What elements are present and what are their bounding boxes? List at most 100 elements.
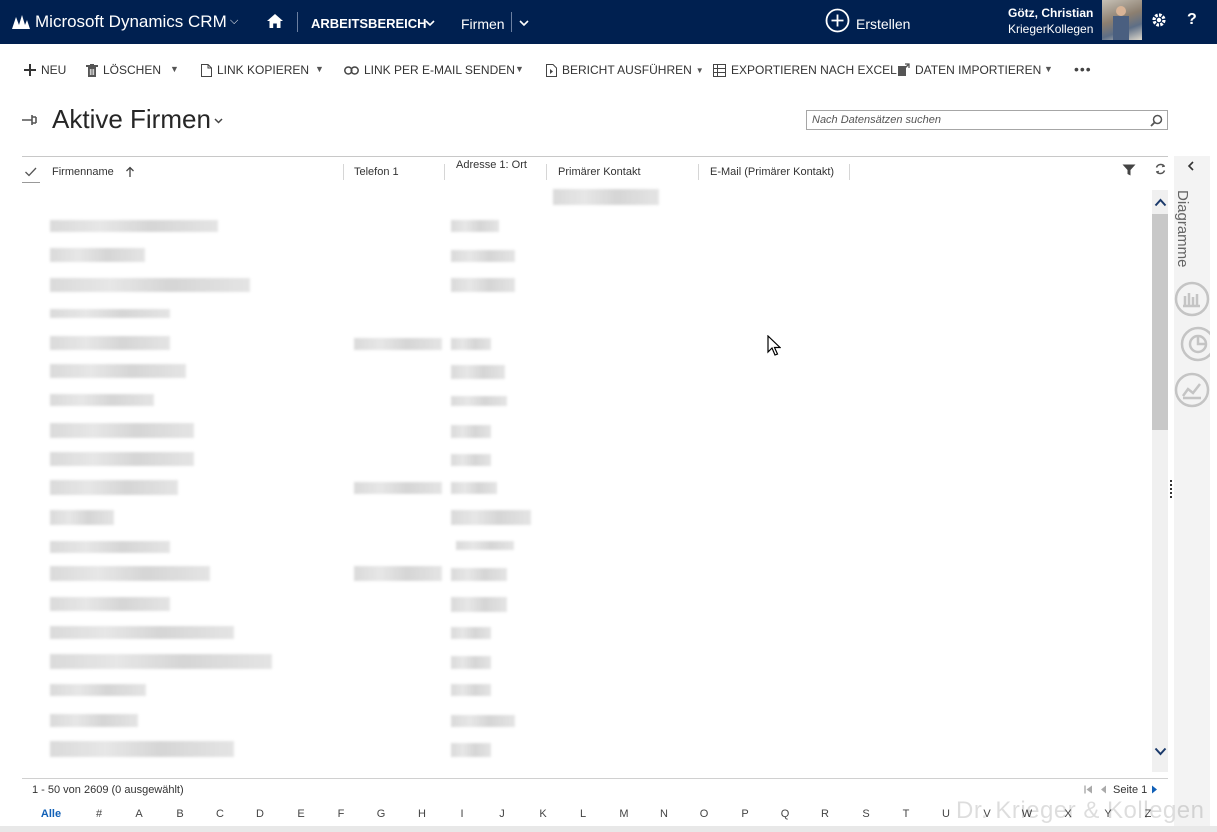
chevron-down-icon[interactable] (519, 19, 529, 27)
new-button[interactable]: NEU (24, 60, 66, 80)
column-header-primaerer-kontakt[interactable]: Primärer Kontakt (558, 166, 641, 178)
copy-link-button[interactable]: LINK KOPIEREN (201, 60, 309, 80)
letter-filter-d[interactable]: D (250, 808, 270, 820)
column-header-firmenname[interactable]: Firmenname (52, 166, 114, 178)
org-name[interactable]: KriegerKollegen (1008, 22, 1093, 36)
bar-chart-icon[interactable] (1174, 281, 1210, 317)
table-row[interactable] (50, 364, 186, 378)
import-data-dropdown-arrow-icon[interactable]: ▼ (1044, 64, 1053, 74)
entity-breadcrumb[interactable]: Firmen (461, 16, 505, 32)
trash-icon (86, 63, 98, 77)
table-row[interactable] (553, 189, 659, 205)
scrollbar-thumb[interactable] (1152, 214, 1168, 430)
letter-filter-h[interactable]: H (412, 808, 432, 820)
more-commands-icon[interactable]: ••• (1074, 59, 1092, 79)
copy-link-dropdown-arrow-icon[interactable]: ▼ (315, 64, 324, 74)
search-icon[interactable] (1150, 114, 1163, 127)
workspace-menu[interactable]: ARBEITSBEREICH (311, 16, 427, 31)
email-link-button[interactable]: LINK PER E-MAIL SENDEN (344, 60, 515, 80)
letter-filter-k[interactable]: K (533, 808, 553, 820)
column-header-telefon[interactable]: Telefon 1 (354, 166, 399, 178)
filter-icon[interactable] (1122, 164, 1136, 176)
letter-filter-hash[interactable]: # (89, 808, 109, 820)
letter-filter-o[interactable]: O (694, 808, 714, 820)
letter-filter-b[interactable]: B (170, 808, 190, 820)
letter-filter-r[interactable]: R (815, 808, 835, 820)
pie-chart-icon[interactable] (1180, 326, 1210, 362)
letter-filter-p[interactable]: P (735, 808, 755, 820)
table-row[interactable] (50, 597, 170, 611)
table-row[interactable] (50, 220, 218, 232)
user-name[interactable]: Götz, Christian (1008, 6, 1093, 20)
chevron-down-icon[interactable]: ⌵ (230, 15, 238, 28)
run-report-dropdown-arrow-icon[interactable]: ▼ (696, 66, 704, 75)
scroll-down-chevron-icon[interactable] (1154, 747, 1167, 756)
previous-page-icon[interactable] (1100, 785, 1107, 794)
table-row[interactable] (50, 510, 114, 525)
scroll-up-chevron-icon[interactable] (1154, 198, 1167, 207)
column-header-ort[interactable]: Adresse 1: Ort (456, 159, 527, 171)
table-row[interactable] (50, 654, 272, 669)
column-header-email[interactable]: E-Mail (Primärer Kontakt) (710, 166, 834, 178)
import-data-button[interactable]: DATEN IMPORTIEREN (897, 60, 1041, 80)
delete-button[interactable]: LÖSCHEN (86, 60, 161, 80)
app-title[interactable]: Microsoft Dynamics CRM (35, 12, 227, 32)
letter-filter-u[interactable]: U (936, 808, 956, 820)
select-all-checkmark-icon[interactable] (24, 166, 38, 178)
table-row[interactable] (50, 714, 138, 727)
help-icon[interactable]: ? (1187, 11, 1197, 29)
chevron-down-icon[interactable] (425, 19, 435, 27)
table-row[interactable] (50, 684, 146, 696)
table-row[interactable] (50, 741, 234, 757)
table-row[interactable] (50, 480, 178, 495)
letter-filter-i[interactable]: I (452, 808, 472, 820)
export-excel-button[interactable]: EXPORTIEREN NACH EXCEL (713, 60, 897, 80)
letter-filter-s[interactable]: S (856, 808, 876, 820)
table-row[interactable] (50, 336, 170, 350)
letter-filter-f[interactable]: F (331, 808, 351, 820)
create-plus-icon[interactable] (825, 8, 850, 33)
search-input[interactable] (807, 111, 1137, 129)
table-row[interactable] (50, 394, 154, 406)
table-row[interactable] (50, 423, 194, 438)
home-icon[interactable] (266, 13, 284, 29)
letter-filter-e[interactable]: E (291, 808, 311, 820)
pane-resize-handle[interactable] (1170, 480, 1172, 498)
create-button[interactable]: Erstellen (856, 16, 910, 32)
view-selector-chevron-icon[interactable] (214, 118, 223, 124)
delete-dropdown-arrow-icon[interactable]: ▼ (170, 64, 179, 74)
user-avatar[interactable] (1102, 0, 1142, 40)
email-link-dropdown-arrow-icon[interactable]: ▼ (515, 64, 524, 74)
letter-filter-j[interactable]: J (492, 808, 512, 820)
run-report-button[interactable]: BERICHT AUSFÜHREN ▼ (546, 60, 704, 80)
letter-filter-n[interactable]: N (654, 808, 674, 820)
table-row[interactable] (50, 566, 210, 581)
email-link-label: LINK PER E-MAIL SENDEN (364, 63, 515, 77)
table-row[interactable] (50, 541, 170, 553)
collapse-pane-chevron-icon[interactable] (1187, 161, 1195, 171)
letter-filter-q[interactable]: Q (775, 808, 795, 820)
table-row[interactable] (50, 278, 250, 292)
table-row[interactable] (50, 309, 170, 318)
letter-filter-all[interactable]: Alle (40, 808, 62, 820)
letter-filter-m[interactable]: M (614, 808, 634, 820)
table-row[interactable] (50, 248, 145, 262)
settings-gear-icon[interactable] (1150, 11, 1168, 29)
next-page-icon[interactable] (1151, 785, 1158, 794)
letter-filter-l[interactable]: L (573, 808, 593, 820)
charts-pane-label: Diagramme (1174, 190, 1191, 268)
table-row[interactable] (50, 452, 194, 466)
letter-filter-g[interactable]: G (371, 808, 391, 820)
charts-pane-toggle[interactable]: Diagramme (1174, 190, 1204, 280)
view-title[interactable]: Aktive Firmen (52, 104, 211, 135)
pin-icon[interactable] (21, 113, 37, 127)
first-page-icon[interactable] (1084, 785, 1093, 794)
letter-filter-a[interactable]: A (129, 808, 149, 820)
table-row[interactable] (50, 626, 234, 639)
letter-filter-c[interactable]: C (210, 808, 230, 820)
area-chart-icon[interactable] (1174, 372, 1210, 408)
sort-ascending-arrow-icon[interactable] (125, 166, 135, 178)
search-box[interactable] (806, 110, 1168, 130)
refresh-icon[interactable] (1154, 162, 1167, 176)
letter-filter-t[interactable]: T (896, 808, 916, 820)
